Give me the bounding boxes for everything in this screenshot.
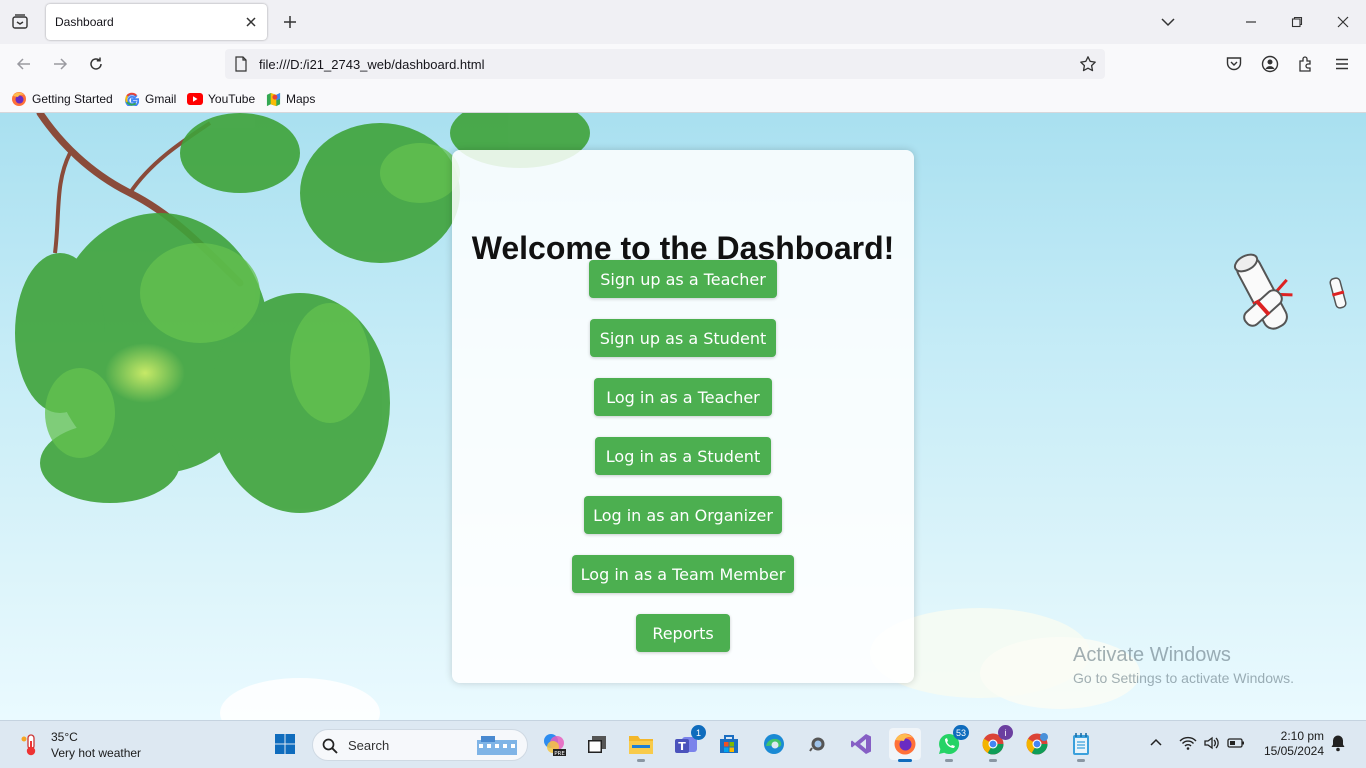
windows-start-icon[interactable] (269, 728, 301, 760)
chevron-down-icon[interactable] (1156, 10, 1180, 34)
maps-icon (265, 91, 281, 107)
wifi-icon[interactable] (1178, 733, 1198, 753)
pocket-icon[interactable] (1222, 52, 1246, 76)
teams-badge: 1 (691, 725, 706, 740)
page-viewport: Welcome to the Dashboard! Sign up as a T… (0, 113, 1366, 720)
bookmarks-toolbar: Getting Started Gmail YouTube Maps (0, 84, 1366, 113)
tab-list-icon[interactable] (8, 10, 32, 34)
reports-button[interactable]: Reports (636, 614, 730, 652)
tab-bar: Dashboard (0, 0, 1366, 44)
navigation-bar: file:///D:/i21_2743_web/dashboard.html (0, 44, 1366, 84)
clock-time: 2:10 pm (1280, 729, 1324, 743)
svg-text:T: T (678, 740, 686, 753)
running-indicator (945, 759, 953, 762)
battery-icon[interactable] (1226, 733, 1246, 753)
weather-widget[interactable]: 35°C Very hot weather (16, 729, 156, 761)
system-app-icon[interactable] (802, 728, 834, 760)
chrome-profile-badge: i (998, 725, 1013, 740)
login-teacher-button[interactable]: Log in as a Teacher (594, 378, 772, 416)
watermark-title: Activate Windows (1073, 644, 1231, 666)
menu-icon[interactable] (1330, 52, 1354, 76)
whatsapp-badge: 53 (952, 725, 969, 740)
file-explorer-icon[interactable] (625, 728, 657, 762)
active-tab[interactable]: Dashboard (46, 4, 267, 40)
running-indicator (898, 759, 912, 762)
running-indicator (1077, 759, 1085, 762)
clock-date: 15/05/2024 (1263, 744, 1324, 758)
account-icon[interactable] (1258, 52, 1282, 76)
new-tab-icon[interactable] (279, 11, 301, 33)
bookmark-getting-started[interactable]: Getting Started (11, 90, 113, 108)
login-organizer-button[interactable]: Log in as an Organizer (584, 496, 782, 534)
taskbar: 35°C Very hot weather Search PRE T 1 53 … (0, 720, 1366, 768)
watermark-subtitle: Go to Settings to activate Windows. (1073, 670, 1294, 686)
back-arrow-icon[interactable] (12, 52, 36, 76)
notification-bell-icon[interactable] (1328, 733, 1348, 753)
bookmark-label: Gmail (145, 92, 177, 106)
bookmark-maps[interactable]: Maps (265, 90, 315, 108)
tab-title: Dashboard (55, 15, 114, 29)
task-view-icon[interactable] (581, 728, 613, 760)
system-clock[interactable]: 2:10 pm 15/05/2024 (1258, 729, 1324, 759)
bookmark-star-icon[interactable] (1077, 53, 1099, 75)
teams-icon[interactable]: T 1 (670, 725, 706, 760)
bookmark-gmail[interactable]: Gmail (124, 90, 176, 108)
bookmark-label: YouTube (208, 92, 256, 106)
bookmark-label: Getting Started (32, 92, 113, 106)
reload-icon[interactable] (84, 52, 108, 76)
google-icon (124, 91, 140, 107)
url-text[interactable]: file:///D:/i21_2743_web/dashboard.html (259, 57, 484, 72)
notepad-icon[interactable] (1065, 728, 1097, 762)
activate-windows-watermark: Activate Windows Go to Settings to activ… (1073, 644, 1294, 686)
signup-teacher-button[interactable]: Sign up as a Teacher (589, 260, 777, 298)
firefox-taskbar-icon[interactable] (889, 728, 921, 762)
thermometer-icon (21, 734, 36, 756)
dashboard-card: Welcome to the Dashboard! Sign up as a T… (452, 150, 914, 683)
edge-icon[interactable] (758, 728, 790, 760)
forward-arrow-icon[interactable] (48, 52, 72, 76)
taskbar-search[interactable]: Search (312, 729, 528, 761)
visual-studio-icon[interactable] (845, 728, 877, 760)
chevron-up-icon[interactable] (1146, 733, 1166, 753)
login-team-member-button[interactable]: Log in as a Team Member (572, 555, 794, 593)
login-student-button[interactable]: Log in as a Student (595, 437, 771, 475)
search-icon (322, 738, 338, 754)
microsoft-store-icon[interactable] (713, 728, 745, 760)
bookmark-youtube[interactable]: YouTube (187, 90, 255, 108)
running-indicator (989, 759, 997, 762)
minimize-button[interactable] (1228, 6, 1274, 38)
weather-description: Very hot weather (51, 746, 142, 760)
bookmark-label: Maps (286, 92, 316, 106)
search-highlight-icon (477, 736, 517, 755)
search-label: Search (348, 738, 390, 753)
close-window-button[interactable] (1320, 6, 1366, 38)
firefox-icon (11, 91, 27, 107)
signup-student-button[interactable]: Sign up as a Student (590, 319, 776, 357)
svg-text:PRE: PRE (554, 751, 565, 757)
chrome-icon[interactable]: i (977, 725, 1013, 762)
restore-button[interactable] (1274, 6, 1320, 38)
running-indicator (637, 759, 645, 762)
whatsapp-icon[interactable]: 53 (933, 725, 969, 762)
chrome-profile-icon[interactable] (1021, 728, 1053, 760)
copilot-icon[interactable]: PRE (538, 728, 570, 760)
close-tab-icon[interactable] (242, 13, 260, 31)
url-bar[interactable]: file:///D:/i21_2743_web/dashboard.html (225, 49, 1105, 79)
volume-icon[interactable] (1202, 733, 1222, 753)
weather-temperature: 35°C (51, 730, 78, 744)
page-icon (235, 56, 247, 72)
extensions-icon[interactable] (1294, 52, 1318, 76)
youtube-icon (187, 91, 203, 107)
